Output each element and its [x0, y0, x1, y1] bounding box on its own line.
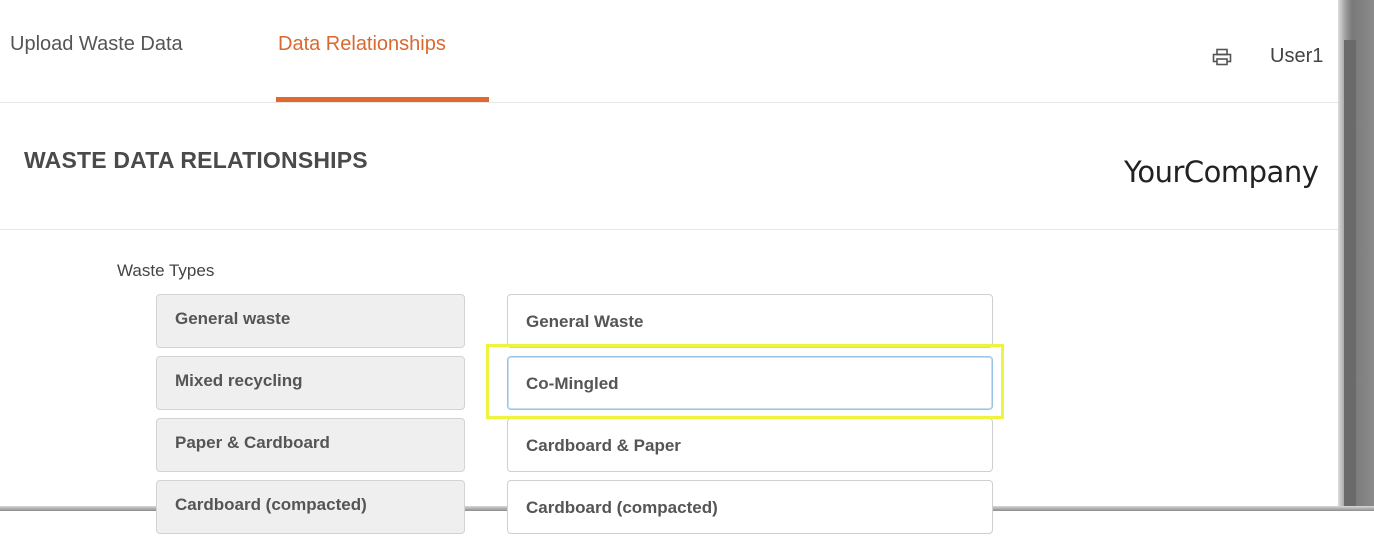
active-tab-indicator — [276, 97, 489, 102]
printer-icon[interactable] — [1212, 48, 1232, 66]
company-logo-text: YourCompany — [1124, 155, 1319, 189]
divider — [0, 229, 1338, 230]
target-waste-type-list: General Waste Co-Mingled Cardboard & Pap… — [507, 294, 993, 542]
page-title: WASTE DATA RELATIONSHIPS — [24, 147, 368, 173]
waste-types-label: Waste Types — [117, 261, 215, 280]
target-mapping-field[interactable]: Cardboard & Paper — [507, 418, 993, 472]
target-mapping-field-focused[interactable]: Co-Mingled — [507, 356, 993, 410]
source-item[interactable]: Mixed recycling — [156, 356, 465, 410]
tab-upload-waste-data[interactable]: Upload Waste Data — [10, 33, 183, 56]
source-waste-type-list: General waste Mixed recycling Paper & Ca… — [156, 294, 465, 542]
source-item[interactable]: General waste — [156, 294, 465, 348]
target-mapping-field[interactable]: General Waste — [507, 294, 993, 348]
user-menu[interactable]: User1 — [1270, 45, 1323, 68]
target-mapping-field[interactable]: Cardboard (compacted) — [507, 480, 993, 534]
source-item[interactable]: Cardboard (compacted) — [156, 480, 465, 534]
tab-data-relationships[interactable]: Data Relationships — [278, 33, 446, 56]
source-item[interactable]: Paper & Cardboard — [156, 418, 465, 472]
top-navigation: Upload Waste Data Data Relationships Use… — [0, 0, 1338, 103]
window-frame-edge — [1338, 0, 1374, 511]
